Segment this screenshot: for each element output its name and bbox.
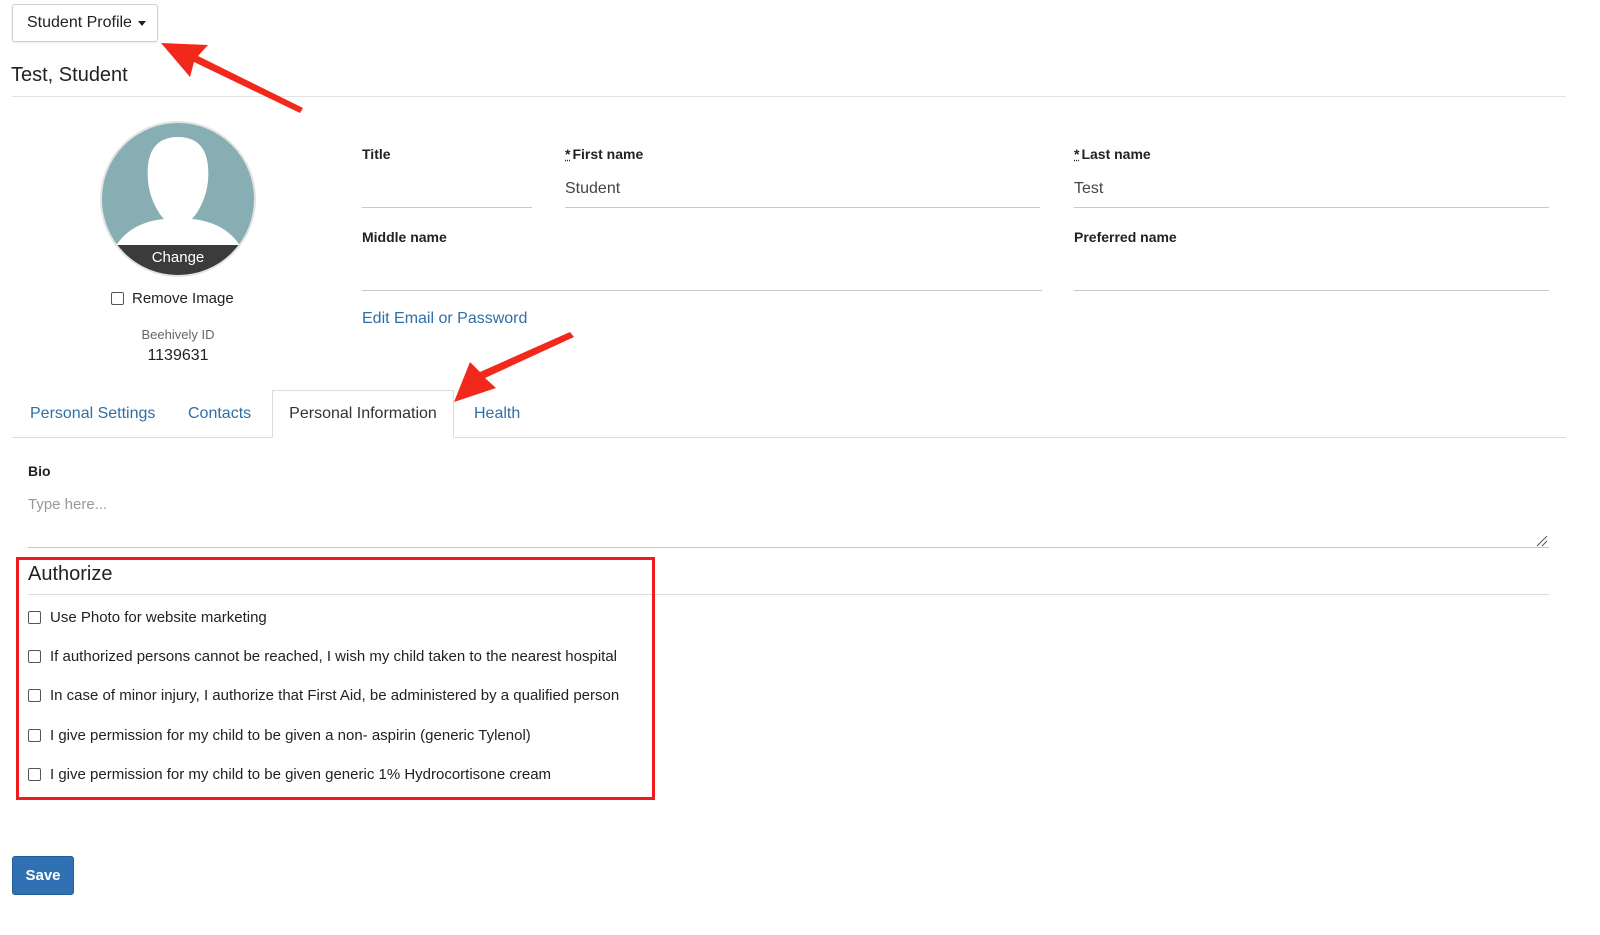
- avatar[interactable]: Change: [100, 121, 256, 277]
- bio-textarea[interactable]: Type here...: [28, 490, 1549, 548]
- last-name-label: * Last name: [1074, 146, 1151, 162]
- beehively-id-label: Beehively ID: [141, 327, 215, 342]
- first-name-input[interactable]: Student: [565, 180, 1040, 202]
- tab-personal-settings[interactable]: Personal Settings: [30, 392, 155, 438]
- first-name-label: * First name: [565, 146, 643, 162]
- remove-image-label: Remove Image: [132, 290, 234, 307]
- last-name-input[interactable]: Test: [1074, 180, 1549, 202]
- student-profile-dropdown[interactable]: Student Profile: [12, 4, 158, 42]
- dropdown-label: Student Profile: [27, 14, 132, 31]
- required-marker: *: [1074, 146, 1080, 162]
- resize-grip-icon[interactable]: [1536, 535, 1548, 547]
- title-input[interactable]: [362, 180, 532, 202]
- change-avatar-button[interactable]: Change: [102, 245, 254, 275]
- middle-name-label: Middle name: [362, 229, 447, 245]
- middle-name-input[interactable]: [362, 262, 1042, 284]
- remove-image-option[interactable]: Remove Image: [111, 290, 234, 307]
- preferred-name-input[interactable]: [1074, 262, 1549, 284]
- edit-email-password-link[interactable]: Edit Email or Password: [362, 310, 527, 328]
- title-label: Title: [362, 146, 391, 162]
- tab-personal-information[interactable]: Personal Information: [272, 390, 454, 438]
- first-name-label-text: First name: [572, 146, 644, 162]
- required-marker: *: [565, 146, 571, 162]
- title-input-underline: [362, 207, 532, 208]
- preferred-name-label: Preferred name: [1074, 229, 1177, 245]
- preferred-name-input-underline: [1074, 290, 1549, 291]
- save-button[interactable]: Save: [12, 856, 74, 895]
- beehively-id-value: 1139631: [147, 347, 209, 364]
- first-name-input-underline: [565, 207, 1040, 208]
- bio-label: Bio: [28, 463, 51, 479]
- middle-name-input-underline: [362, 290, 1042, 291]
- page-title: Test, Student: [11, 64, 128, 86]
- tab-contacts[interactable]: Contacts: [188, 392, 251, 438]
- arrow-annotation-icon: [454, 332, 574, 402]
- last-name-input-underline: [1074, 207, 1549, 208]
- remove-image-checkbox[interactable]: [111, 292, 124, 305]
- arrow-annotation-icon: [161, 43, 303, 113]
- caret-down-icon: [137, 20, 146, 26]
- last-name-label-text: Last name: [1081, 146, 1151, 162]
- authorize-highlight-box: [16, 557, 655, 800]
